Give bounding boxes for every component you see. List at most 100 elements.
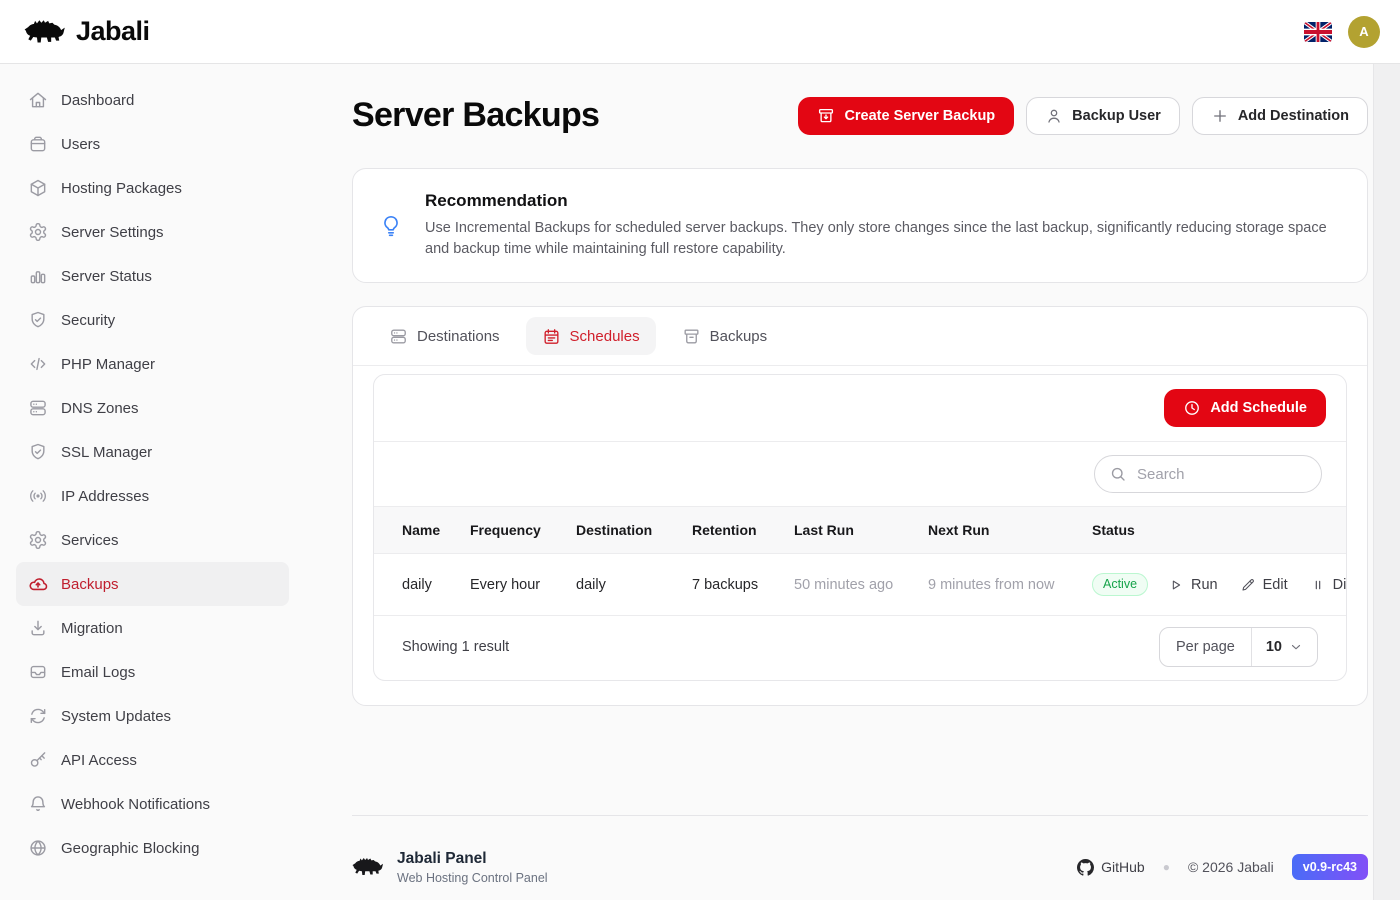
sidebar-item-label: Migration [61, 620, 123, 637]
action-label: Edit [1263, 577, 1288, 593]
pencil-icon [1240, 577, 1256, 593]
sidebar-item-label: Server Status [61, 268, 152, 285]
cell-destination: daily [576, 554, 692, 616]
tab-schedules[interactable]: Schedules [526, 317, 656, 355]
lightbulb-icon [379, 214, 403, 238]
col-next-run: Next Run [928, 507, 1092, 554]
disable-action[interactable]: Disable [1310, 577, 1347, 593]
backups-tabs-card: Destinations Schedules Backups Add [352, 306, 1368, 706]
edit-action[interactable]: Edit [1240, 577, 1288, 593]
cell-actions: Run Edit Disable [1168, 554, 1347, 616]
cell-name: daily [374, 554, 470, 616]
footer-tagline: Web Hosting Control Panel [397, 871, 548, 885]
tab-destinations[interactable]: Destinations [373, 317, 516, 355]
action-label: Run [1191, 577, 1218, 593]
sidebar-item-server-settings[interactable]: Server Settings [16, 210, 289, 254]
per-page-select[interactable]: 10 [1252, 628, 1317, 666]
table-row: daily Every hour daily 7 backups 50 minu… [374, 554, 1347, 616]
create-server-backup-button[interactable]: Create Server Backup [798, 97, 1014, 135]
per-page-control: Per page 10 [1159, 627, 1318, 667]
github-label: GitHub [1101, 859, 1145, 875]
sidebar-item-dashboard[interactable]: Dashboard [16, 78, 289, 122]
sidebar-item-system-updates[interactable]: System Updates [16, 694, 289, 738]
sidebar-item-label: SSL Manager [61, 444, 152, 461]
boar-icon [24, 16, 66, 48]
recommendation-body: Use Incremental Backups for scheduled se… [425, 218, 1341, 260]
cell-frequency: Every hour [470, 554, 576, 616]
cell-status: Active [1092, 554, 1168, 616]
brand-logo[interactable]: Jabali [24, 16, 150, 48]
github-link[interactable]: GitHub [1077, 859, 1145, 876]
globe-icon [28, 838, 48, 858]
sidebar-item-label: Geographic Blocking [61, 840, 199, 857]
boar-icon [352, 855, 384, 879]
sidebar-item-hosting-packages[interactable]: Hosting Packages [16, 166, 289, 210]
cell-last-run: 50 minutes ago [794, 554, 928, 616]
scrollbar-track[interactable] [1373, 64, 1400, 900]
archive-down-icon [817, 107, 835, 125]
sidebar-item-php-manager[interactable]: PHP Manager [16, 342, 289, 386]
sidebar-item-server-status[interactable]: Server Status [16, 254, 289, 298]
sidebar-item-security[interactable]: Security [16, 298, 289, 342]
status-badge: Active [1092, 573, 1148, 596]
per-page-value: 10 [1266, 639, 1282, 655]
avatar[interactable]: A [1348, 16, 1380, 48]
sidebar-item-api-access[interactable]: API Access [16, 738, 289, 782]
page-title: Server Backups [352, 96, 599, 135]
version-badge: v0.9-rc43 [1292, 854, 1368, 880]
sidebar: Dashboard Users Hosting Packages Server … [0, 64, 304, 900]
bell-icon [28, 794, 48, 814]
backup-user-button[interactable]: Backup User [1026, 97, 1180, 135]
home-icon [28, 90, 48, 110]
shield-check-icon [28, 310, 48, 330]
search-input[interactable] [1137, 466, 1307, 483]
plus-icon [1211, 107, 1229, 125]
add-destination-button[interactable]: Add Destination [1192, 97, 1368, 135]
recommendation-card: Recommendation Use Incremental Backups f… [352, 168, 1368, 283]
sidebar-item-label: Security [61, 312, 115, 329]
tab-label: Schedules [570, 328, 640, 345]
page-footer: Jabali Panel Web Hosting Control Panel G… [352, 815, 1368, 900]
sidebar-item-label: Backups [61, 576, 119, 593]
sidebar-item-geographic-blocking[interactable]: Geographic Blocking [16, 826, 289, 870]
cloud-upload-icon [28, 574, 48, 594]
sidebar-item-label: API Access [61, 752, 137, 769]
tab-bar: Destinations Schedules Backups [353, 307, 1367, 366]
sidebar-item-ssl-manager[interactable]: SSL Manager [16, 430, 289, 474]
sidebar-item-label: System Updates [61, 708, 171, 725]
sidebar-item-label: PHP Manager [61, 356, 155, 373]
brand-name: Jabali [76, 16, 150, 47]
package-icon [28, 178, 48, 198]
table-header-row: Name Frequency Destination Retention Las… [374, 507, 1347, 554]
sidebar-item-users[interactable]: Users [16, 122, 289, 166]
calendar-icon [542, 327, 561, 346]
tab-label: Backups [710, 328, 768, 345]
sidebar-item-label: IP Addresses [61, 488, 149, 505]
chevron-down-icon [1289, 640, 1303, 654]
action-label: Disable [1333, 577, 1347, 593]
sidebar-item-webhook-notifications[interactable]: Webhook Notifications [16, 782, 289, 826]
sidebar-item-label: Services [61, 532, 119, 549]
col-last-run: Last Run [794, 507, 928, 554]
cell-next-run: 9 minutes from now [928, 554, 1092, 616]
pause-icon [1310, 577, 1326, 593]
language-flag-icon[interactable] [1304, 22, 1332, 42]
separator-dot: ● [1163, 860, 1170, 874]
user-icon [1045, 107, 1063, 125]
sidebar-item-services[interactable]: Services [16, 518, 289, 562]
cell-retention: 7 backups [692, 554, 794, 616]
run-action[interactable]: Run [1168, 577, 1218, 593]
add-schedule-button[interactable]: Add Schedule [1164, 389, 1326, 427]
sidebar-item-email-logs[interactable]: Email Logs [16, 650, 289, 694]
col-status: Status [1092, 507, 1168, 554]
button-label: Backup User [1072, 108, 1161, 124]
sidebar-item-ip-addresses[interactable]: IP Addresses [16, 474, 289, 518]
tab-backups[interactable]: Backups [666, 317, 784, 355]
col-destination: Destination [576, 507, 692, 554]
play-icon [1168, 577, 1184, 593]
sidebar-item-migration[interactable]: Migration [16, 606, 289, 650]
button-label: Add Schedule [1210, 400, 1307, 416]
sidebar-item-dns-zones[interactable]: DNS Zones [16, 386, 289, 430]
col-frequency: Frequency [470, 507, 576, 554]
sidebar-item-backups[interactable]: Backups [16, 562, 289, 606]
